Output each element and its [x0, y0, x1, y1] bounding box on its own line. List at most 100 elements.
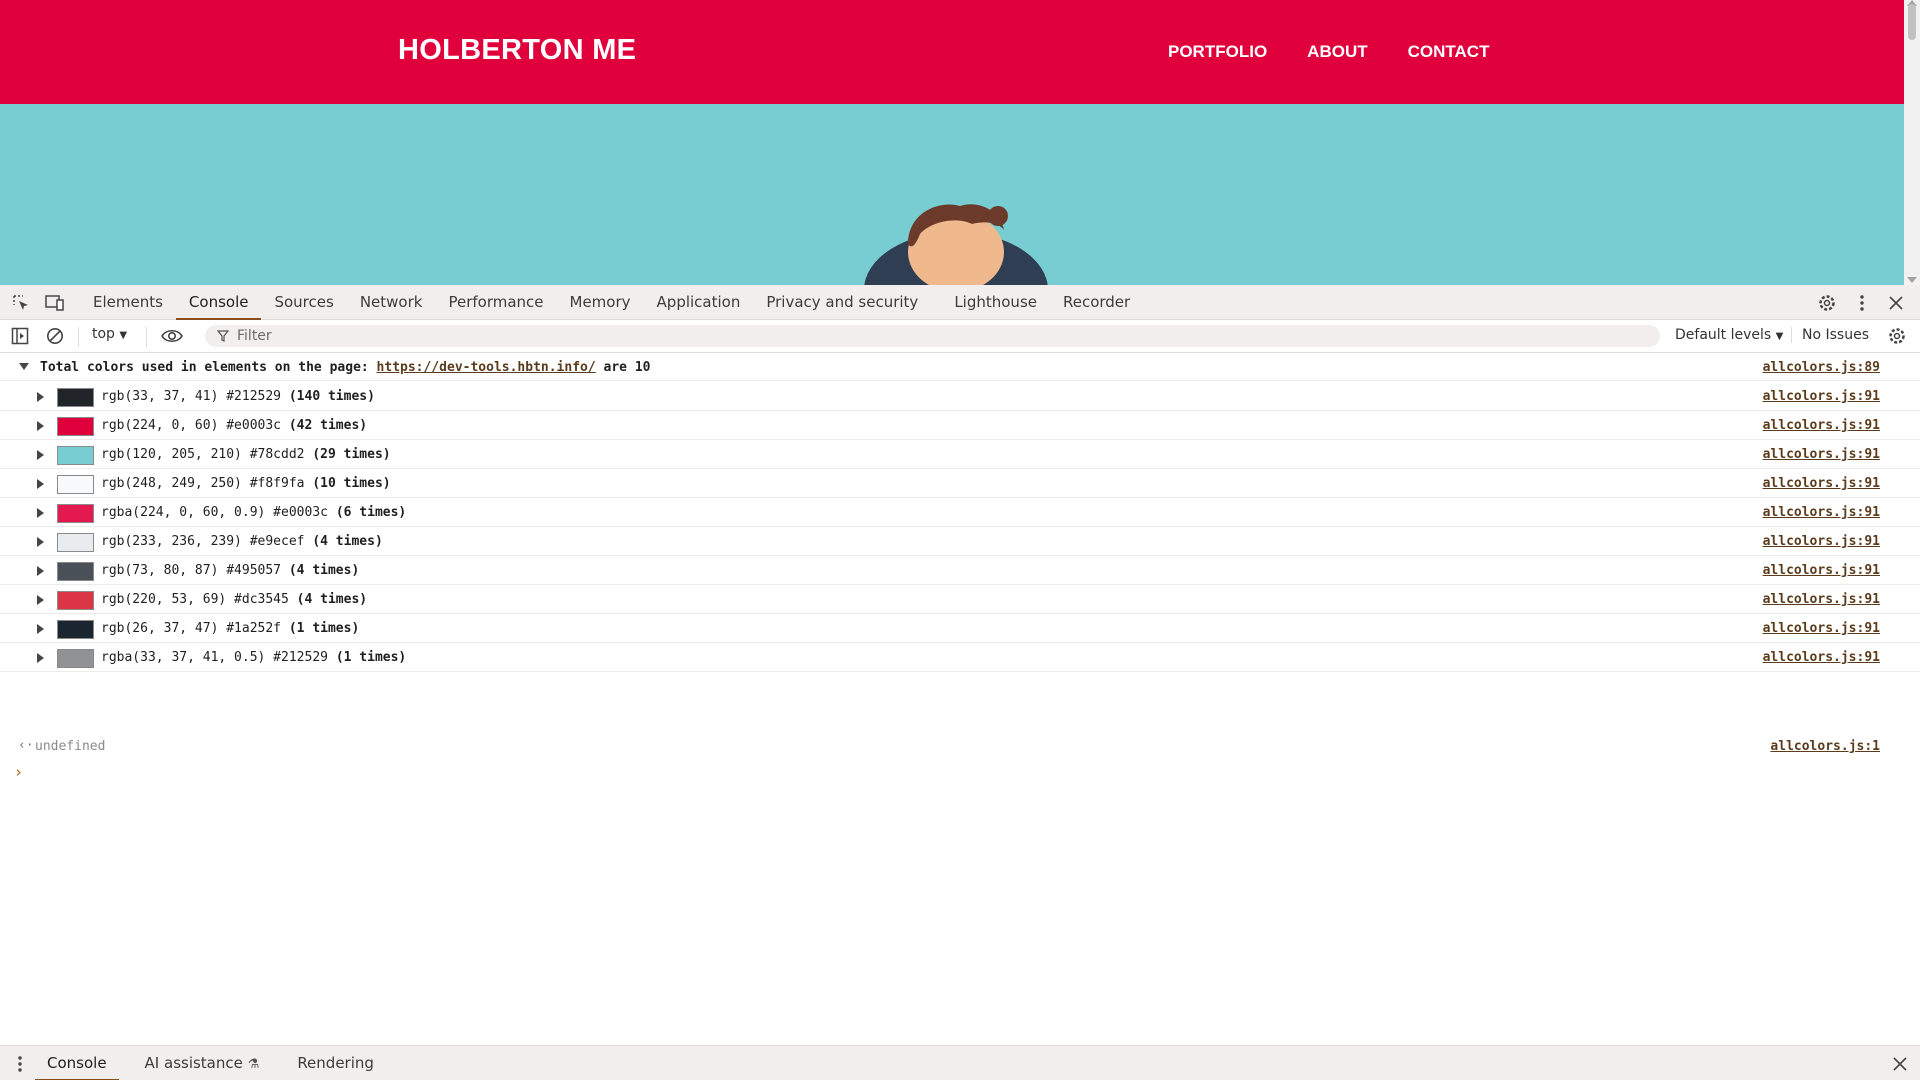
color-row[interactable]: rgb(26, 37, 47) #1a252f (1 times) allcolo… — [0, 614, 1920, 643]
devtools-tabs: Elements Console Sources Network Perform… — [80, 285, 1143, 320]
color-count: (4 times) — [312, 534, 383, 549]
color-row[interactable]: rgba(224, 0, 60, 0.9) #e0003c (6 times) a… — [0, 498, 1920, 527]
source-link[interactable]: allcolors.js:91 — [1763, 505, 1880, 520]
color-swatch[interactable] — [57, 417, 94, 436]
color-count: (42 times) — [288, 418, 368, 433]
tab-lighthouse[interactable]: Lighthouse — [941, 285, 1050, 320]
dropdown-arrow-icon: ▼ — [1775, 331, 1784, 342]
context-label: top — [92, 326, 115, 342]
source-link[interactable]: allcolors.js:91 — [1763, 592, 1880, 607]
page-scrollbar[interactable] — [1904, 0, 1920, 285]
scroll-down-icon[interactable] — [1907, 277, 1917, 283]
drawer-tab-console[interactable]: Console — [35, 1046, 119, 1080]
tab-privacy-security[interactable]: Privacy and security — [753, 285, 931, 320]
console-settings-gear-icon[interactable] — [1886, 325, 1908, 347]
filter-input[interactable]: Filter — [205, 325, 1660, 347]
tab-application[interactable]: Application — [644, 285, 754, 320]
source-link[interactable]: allcolors.js:91 — [1763, 389, 1880, 404]
filter-funnel-icon — [217, 330, 229, 342]
hero-section — [0, 104, 1904, 285]
color-row[interactable]: rgb(233, 236, 239) #e9ecef (4 times) allc… — [0, 527, 1920, 556]
color-swatch[interactable] — [57, 620, 94, 639]
sidebar-toggle-icon[interactable] — [9, 325, 31, 347]
expand-triangle-icon[interactable] — [37, 392, 44, 402]
source-link[interactable]: allcolors.js:1 — [1770, 739, 1880, 754]
context-selector[interactable]: top ▼ — [92, 326, 127, 342]
log-levels-dropdown[interactable]: Default levels ▼ — [1675, 327, 1783, 343]
issues-counter[interactable]: No Issues — [1791, 327, 1869, 343]
close-drawer-icon[interactable] — [1889, 1053, 1911, 1075]
color-swatch[interactable] — [57, 591, 94, 610]
color-value: rgba(224, 0, 60, 0.9) #e0003c — [101, 505, 336, 520]
console-prompt[interactable]: › — [14, 763, 23, 781]
drawer-tab-ai-assistance[interactable]: AI assistance ⚗ — [133, 1046, 272, 1080]
close-devtools-icon[interactable] — [1885, 292, 1907, 314]
nav-portfolio-link[interactable]: PORTFOLIO — [1168, 42, 1267, 62]
source-link[interactable]: allcolors.js:91 — [1763, 534, 1880, 549]
color-row[interactable]: rgb(33, 37, 41) #212529 (140 times) allco… — [0, 382, 1920, 411]
expand-triangle-icon[interactable] — [37, 537, 44, 547]
color-swatch[interactable] — [57, 504, 94, 523]
color-value: rgba(33, 37, 41, 0.5) #212529 — [101, 650, 336, 665]
expand-triangle-icon[interactable] — [37, 450, 44, 460]
source-link[interactable]: allcolors.js:91 — [1763, 650, 1880, 665]
color-row[interactable]: rgb(73, 80, 87) #495057 (4 times) allcolo… — [0, 556, 1920, 585]
tab-memory[interactable]: Memory — [557, 285, 644, 320]
color-swatch[interactable] — [57, 533, 94, 552]
drawer-tab-rendering[interactable]: Rendering — [285, 1046, 386, 1080]
color-swatch[interactable] — [57, 388, 94, 407]
log-levels-label: Default levels — [1675, 327, 1772, 343]
source-link[interactable]: allcolors.js:91 — [1763, 447, 1880, 462]
settings-gear-icon[interactable] — [1816, 292, 1838, 314]
color-swatch[interactable] — [57, 475, 94, 494]
more-options-icon[interactable] — [1851, 292, 1873, 314]
source-link[interactable]: allcolors.js:89 — [1763, 360, 1880, 375]
page-url-link[interactable]: https://dev-tools.hbtn.info/ — [377, 360, 596, 375]
color-value-text: rgb(73, 80, 87) #495057 (4 times) — [101, 563, 359, 578]
color-value: rgb(73, 80, 87) #495057 — [101, 563, 289, 578]
color-row[interactable]: rgb(220, 53, 69) #dc3545 (4 times) allcol… — [0, 585, 1920, 614]
color-row[interactable]: rgb(224, 0, 60) #e0003c (42 times) allcol… — [0, 411, 1920, 440]
console-output: Total colors used in elements on the pag… — [0, 353, 1920, 1003]
color-value: rgb(33, 37, 41) #212529 — [101, 389, 289, 404]
nav-about-link[interactable]: ABOUT — [1307, 42, 1367, 62]
color-value: rgb(248, 249, 250) #f8f9fa — [101, 476, 313, 491]
tab-elements[interactable]: Elements — [80, 285, 176, 320]
expand-triangle-icon[interactable] — [37, 566, 44, 576]
source-link[interactable]: allcolors.js:91 — [1763, 476, 1880, 491]
expand-triangle-icon[interactable] — [37, 624, 44, 634]
console-group-header[interactable]: Total colors used in elements on the pag… — [0, 353, 1920, 381]
expand-triangle-icon[interactable] — [37, 479, 44, 489]
clear-console-icon[interactable] — [44, 325, 66, 347]
device-toolbar-icon[interactable] — [44, 292, 66, 314]
color-count: (4 times) — [296, 592, 368, 607]
source-link[interactable]: allcolors.js:91 — [1763, 621, 1880, 636]
expand-triangle-icon[interactable] — [37, 653, 44, 663]
devtools-drawer: Console AI assistance ⚗ Rendering — [0, 1045, 1920, 1080]
color-swatch[interactable] — [57, 446, 94, 465]
tab-sources[interactable]: Sources — [261, 285, 346, 320]
collapse-triangle-icon[interactable] — [19, 363, 29, 370]
expand-triangle-icon[interactable] — [37, 595, 44, 605]
inspect-element-icon[interactable] — [10, 292, 32, 314]
live-expression-eye-icon[interactable] — [159, 325, 185, 347]
color-swatch[interactable] — [57, 562, 94, 581]
filter-placeholder: Filter — [237, 328, 272, 344]
color-row[interactable]: rgb(120, 205, 210) #78cdd2 (29 times) all… — [0, 440, 1920, 469]
tab-console[interactable]: Console — [175, 285, 262, 320]
tab-performance[interactable]: Performance — [435, 285, 556, 320]
color-row[interactable]: rgb(248, 249, 250) #f8f9fa (10 times) all… — [0, 469, 1920, 498]
source-link[interactable]: allcolors.js:91 — [1763, 563, 1880, 578]
expand-triangle-icon[interactable] — [37, 421, 44, 431]
tab-recorder[interactable]: Recorder — [1050, 285, 1143, 320]
scrollbar-thumb[interactable] — [1908, 4, 1916, 40]
tab-network[interactable]: Network — [347, 285, 436, 320]
color-swatch[interactable] — [57, 649, 94, 668]
color-row[interactable]: rgba(33, 37, 41, 0.5) #212529 (1 times) a… — [0, 643, 1920, 672]
expand-triangle-icon[interactable] — [37, 508, 44, 518]
drawer-menu-icon[interactable] — [9, 1053, 31, 1075]
nav-contact-link[interactable]: CONTACT — [1408, 42, 1490, 62]
source-link[interactable]: allcolors.js:91 — [1763, 418, 1880, 433]
site-title[interactable]: HOLBERTON ME — [398, 34, 636, 67]
color-count: (140 times) — [288, 389, 375, 404]
